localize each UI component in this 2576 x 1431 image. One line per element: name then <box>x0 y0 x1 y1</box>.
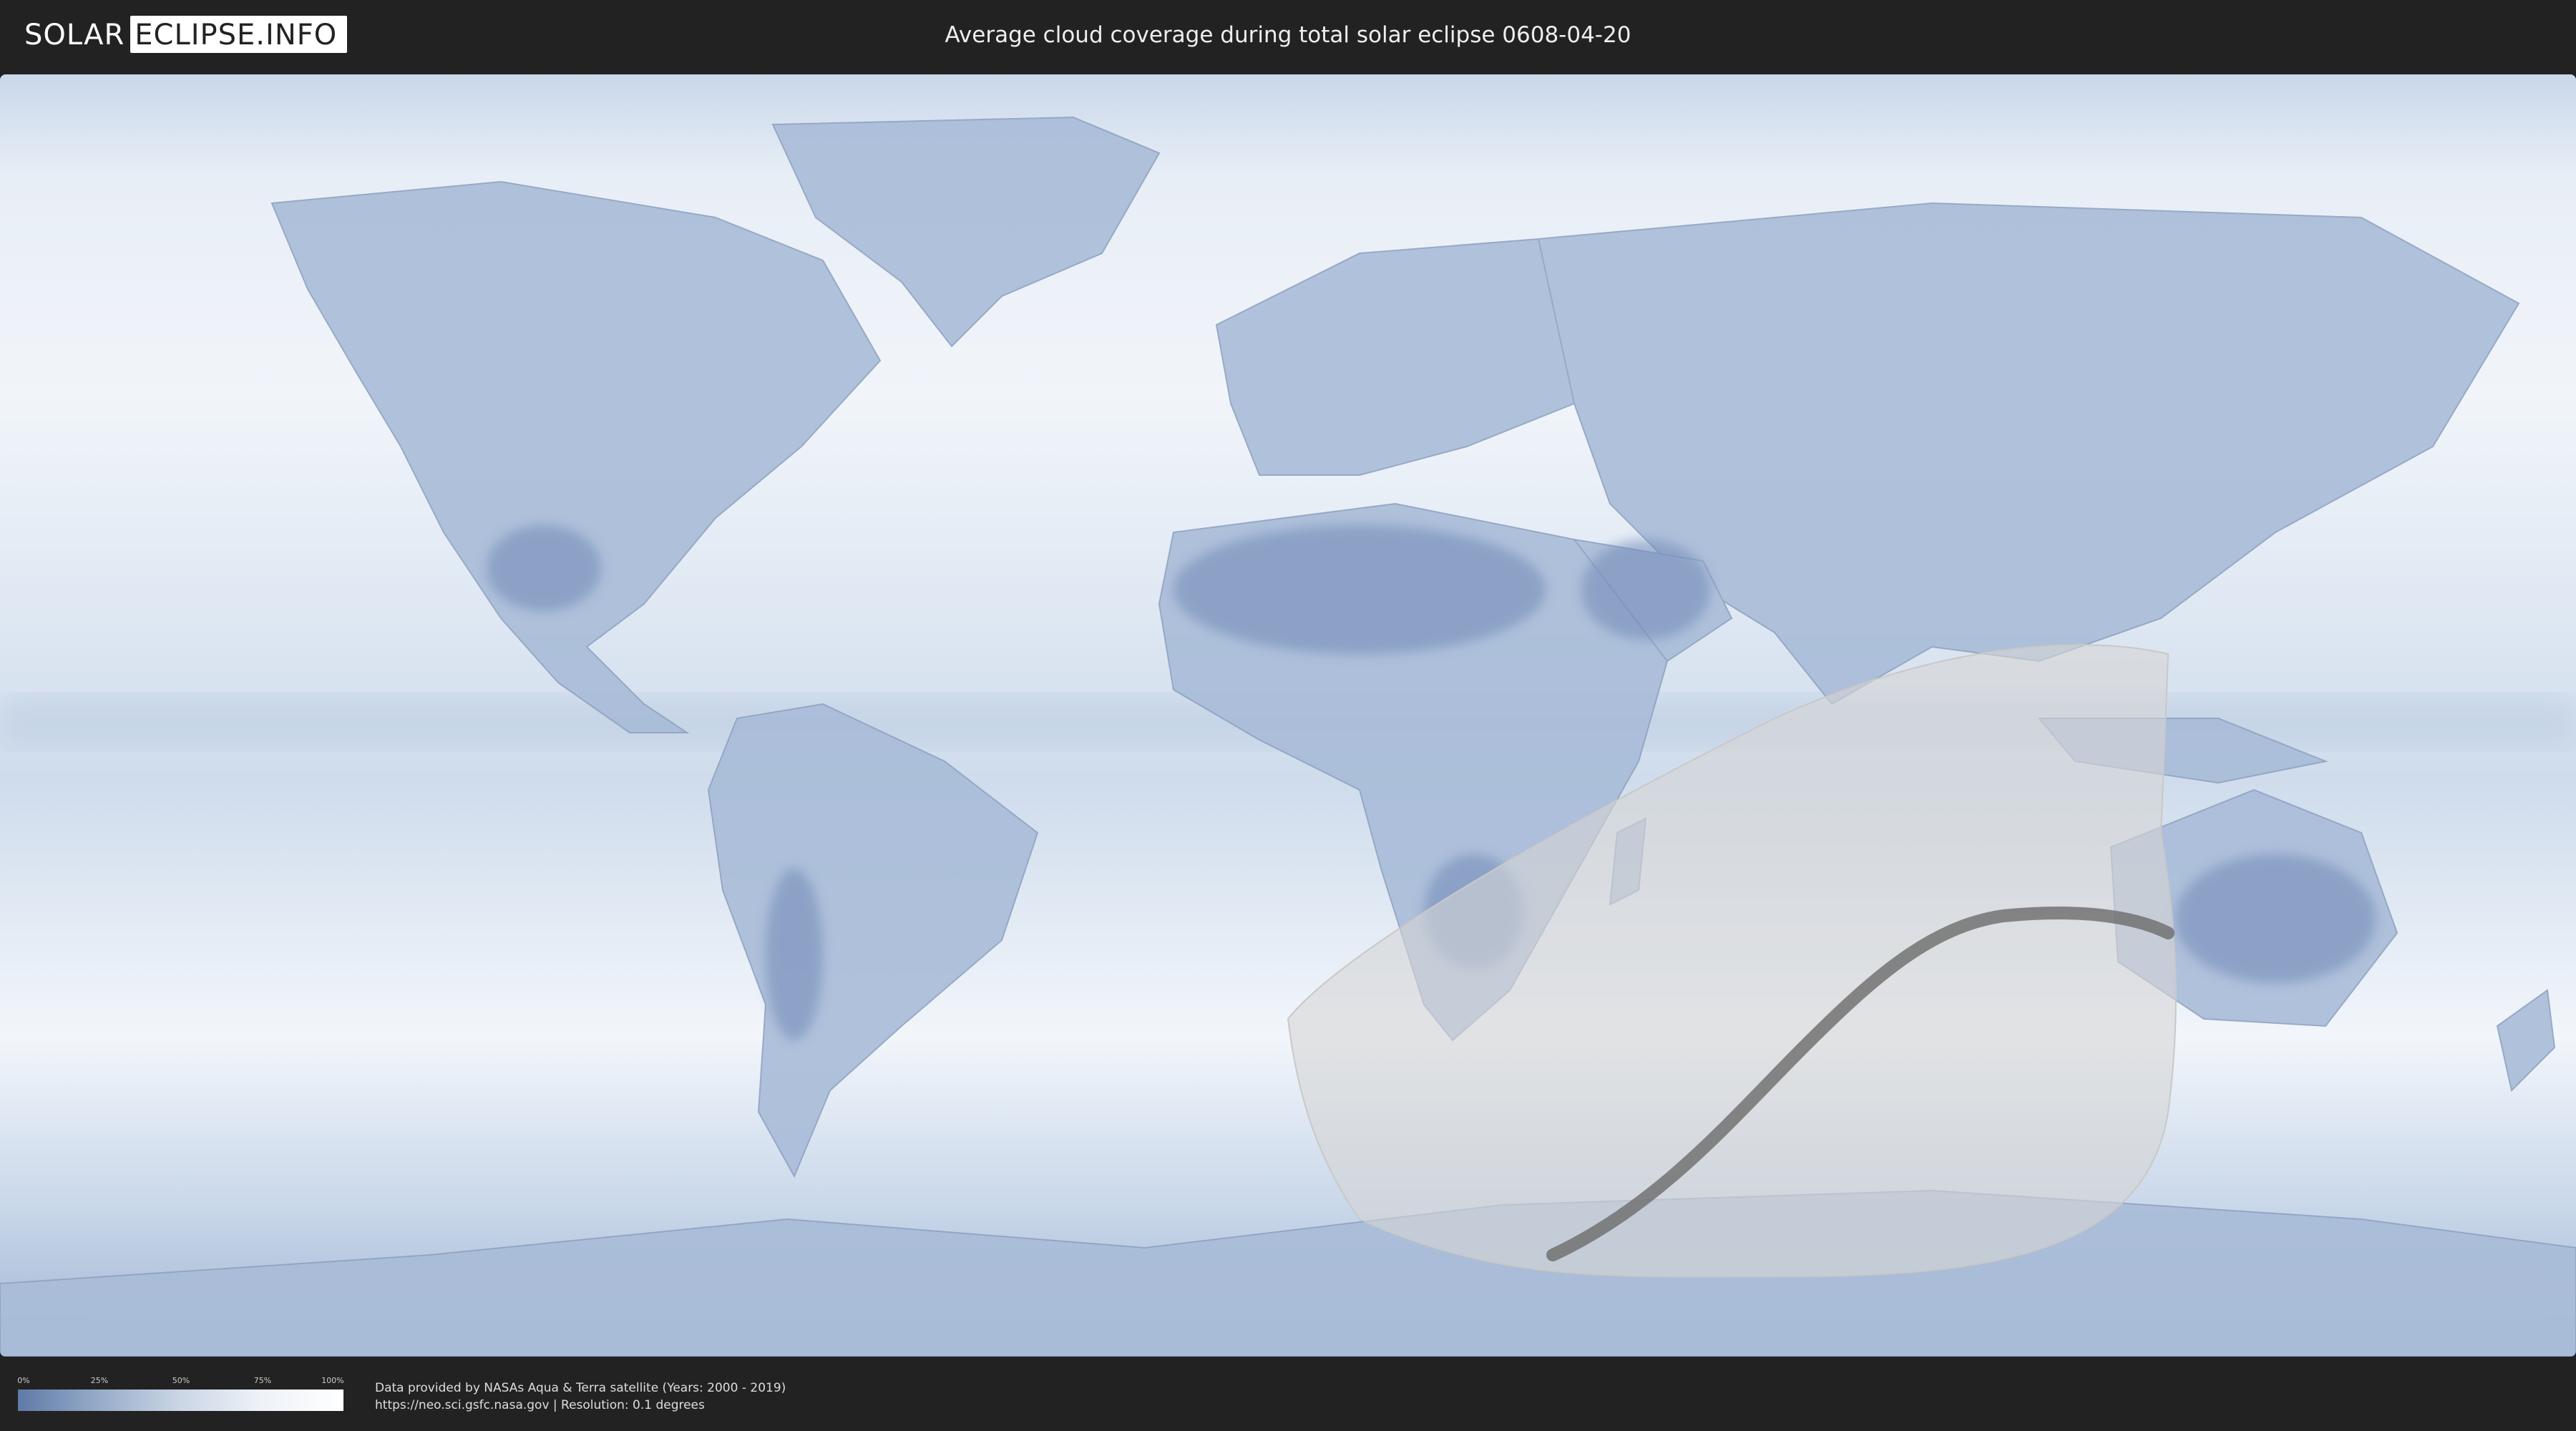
australia-clear-region <box>2175 854 2376 983</box>
header-bar: SOLAR ECLIPSE.INFO Average cloud coverag… <box>0 0 2576 72</box>
legend-color-bar <box>18 1390 343 1411</box>
cloud-coverage-legend: 0% 25% 50% 75% 100% <box>17 1376 344 1413</box>
page-title: Average cloud coverage during total sola… <box>945 22 1631 48</box>
credit-source: Data provided by NASAs Aqua & Terra sate… <box>375 1381 786 1395</box>
cloud-coverage-map <box>0 74 2576 1357</box>
legend-tick: 50% <box>172 1376 190 1385</box>
legend-tick: 0% <box>17 1376 30 1385</box>
credit-url-resolution[interactable]: https://neo.sci.gsfc.nasa.gov | Resoluti… <box>375 1397 786 1414</box>
world-map-svg <box>0 74 2576 1357</box>
mexico-clear-region <box>487 525 601 611</box>
legend-tick: 75% <box>253 1376 272 1385</box>
legend-tick: 25% <box>90 1376 109 1385</box>
atacama-clear-region <box>766 869 823 1040</box>
arabia-clear-region <box>1581 539 1710 640</box>
data-credit: Data provided by NASAs Aqua & Terra sate… <box>375 1379 786 1414</box>
sahara-clear-region <box>1174 525 1546 654</box>
legend-tick: 100% <box>321 1376 344 1385</box>
